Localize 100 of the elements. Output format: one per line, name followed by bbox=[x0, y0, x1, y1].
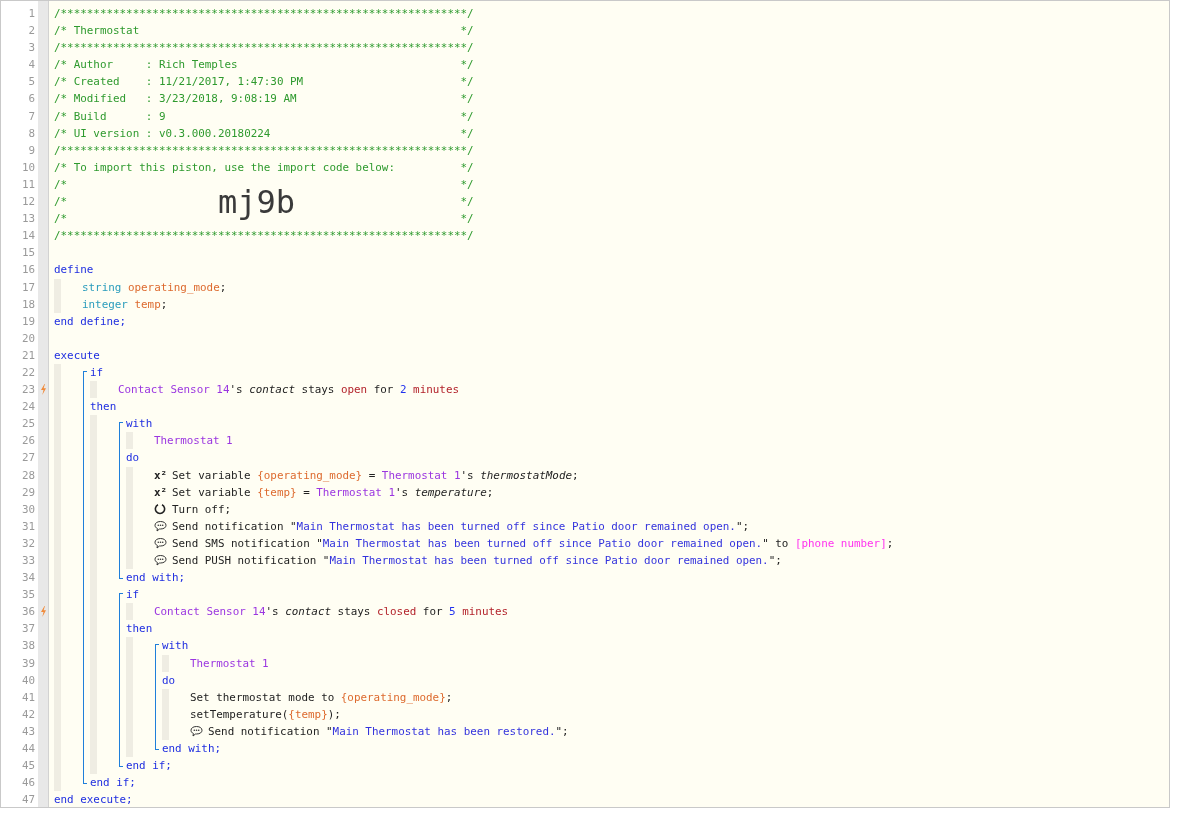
code-keyword: then bbox=[126, 622, 153, 636]
line-number: 10 bbox=[20, 159, 35, 176]
line-number: 38 bbox=[20, 638, 35, 655]
code-text: ; bbox=[486, 485, 494, 499]
code-text: ); bbox=[327, 707, 341, 721]
code-comment: /**************************************************************/ bbox=[54, 143, 474, 157]
code-keyword: end define; bbox=[54, 314, 127, 328]
code-text: = bbox=[302, 485, 311, 499]
variable-symbol: x² bbox=[154, 484, 169, 501]
line-number: 32 bbox=[20, 535, 35, 552]
line-number: 39 bbox=[20, 655, 35, 672]
device-name: Thermostat 1 bbox=[154, 434, 233, 448]
line-number: 8 bbox=[27, 125, 35, 142]
value-text: minutes bbox=[462, 605, 509, 619]
code-comment: /* Thermostat bbox=[54, 23, 140, 40]
line-number: 36 bbox=[20, 604, 35, 621]
code-comment: /**************************************************************/ bbox=[54, 229, 474, 243]
line-number: 29 bbox=[20, 484, 35, 501]
code-comment: /* To import this piston, use the import code below: bbox=[54, 159, 395, 176]
line-number: 20 bbox=[20, 330, 35, 347]
line-number: 15 bbox=[20, 245, 35, 262]
device-name: Contact Sensor 14 bbox=[154, 605, 266, 619]
code-text: 's bbox=[460, 468, 475, 482]
code-keyword: end if; bbox=[90, 776, 136, 790]
code-keyword: execute bbox=[54, 348, 100, 362]
line-number: 27 bbox=[20, 450, 35, 467]
code-text: ; bbox=[886, 536, 894, 550]
code-comment: /* Build : 9 bbox=[54, 108, 166, 125]
device-name: Thermostat 1 bbox=[381, 468, 461, 482]
variable-name: operating_mode bbox=[127, 280, 220, 294]
code-text: setTemperature( bbox=[190, 707, 289, 721]
line-number: 34 bbox=[20, 570, 35, 587]
comment-end: */ bbox=[460, 176, 474, 193]
line-number: 6 bbox=[27, 91, 35, 108]
line-number: 12 bbox=[20, 194, 35, 211]
comment-end: */ bbox=[460, 23, 474, 40]
device-name: Thermostat 1 bbox=[190, 656, 269, 670]
device-name: Contact Sensor 14 bbox=[118, 383, 230, 397]
device-name: Thermostat 1 bbox=[316, 485, 395, 499]
speech-bubble-icon bbox=[154, 519, 167, 532]
variable-symbol: x² bbox=[154, 467, 169, 484]
value-text: open bbox=[340, 383, 368, 397]
variable-name: temp bbox=[134, 297, 161, 311]
line-number: 46 bbox=[20, 775, 35, 792]
line-number: 26 bbox=[20, 433, 35, 450]
code-comment: /* Created : 11/21/2017, 1:47:30 PM bbox=[54, 74, 304, 91]
line-number: 9 bbox=[27, 142, 35, 159]
code-keyword: end with; bbox=[162, 742, 221, 756]
number-value: 2 bbox=[400, 383, 408, 397]
line-number: 40 bbox=[20, 672, 35, 689]
line-number: 42 bbox=[20, 706, 35, 723]
code-comment: /* bbox=[54, 211, 68, 228]
line-number: 23 bbox=[20, 382, 35, 399]
code-text: "; bbox=[555, 724, 569, 738]
line-number: 45 bbox=[20, 758, 35, 775]
attribute-name: contact bbox=[249, 383, 296, 397]
attribute-name: temperature bbox=[414, 485, 487, 499]
code-text: Send notification " bbox=[208, 724, 333, 738]
code-text: = bbox=[367, 468, 377, 482]
speech-bubble-icon bbox=[154, 554, 167, 566]
line-number: 24 bbox=[20, 399, 35, 416]
line-number: 33 bbox=[20, 553, 35, 569]
value-text: minutes bbox=[413, 383, 459, 397]
comment-end: */ bbox=[460, 108, 474, 125]
line-number: 11 bbox=[20, 176, 35, 193]
code-text: for bbox=[372, 383, 395, 397]
code-text: Send notification " bbox=[172, 519, 297, 533]
comment-end: */ bbox=[460, 57, 474, 74]
attribute-name: contact bbox=[285, 605, 332, 619]
line-number: 22 bbox=[20, 364, 35, 381]
code-keyword: end execute; bbox=[54, 793, 133, 807]
line-number: 30 bbox=[20, 501, 35, 518]
code-keyword: end with; bbox=[126, 571, 185, 585]
code-comment: /* Modified : 3/23/2018, 9:08:19 AM bbox=[54, 91, 297, 108]
code-keyword: end if; bbox=[126, 759, 172, 773]
code-text: stays bbox=[300, 383, 336, 397]
type-keyword: string bbox=[82, 280, 123, 294]
code-text: ; bbox=[219, 280, 227, 294]
code-text: Set thermostat mode to bbox=[190, 690, 336, 704]
code-comment: /* bbox=[54, 194, 68, 211]
code-text: " to bbox=[762, 536, 790, 550]
line-number: 13 bbox=[20, 211, 35, 228]
line-number: 16 bbox=[20, 262, 35, 279]
comment-end: */ bbox=[460, 211, 474, 228]
type-keyword: integer bbox=[82, 297, 129, 311]
comment-end: */ bbox=[460, 74, 474, 91]
line-number: 37 bbox=[20, 621, 35, 638]
code-text: 's bbox=[229, 383, 244, 397]
string-literal: Main Thermostat has been turned off since Patio door remained open. bbox=[296, 519, 736, 533]
code-text: for bbox=[421, 605, 444, 619]
code-text: "; bbox=[735, 519, 749, 533]
attribute-name: thermostatMode bbox=[480, 468, 572, 482]
code-keyword: with bbox=[162, 639, 189, 653]
code-text: "; bbox=[768, 554, 782, 567]
comment-end: */ bbox=[460, 125, 474, 142]
line-number: 2 bbox=[27, 23, 35, 40]
line-number: 5 bbox=[27, 74, 35, 91]
code-comment: /**************************************************************/ bbox=[54, 7, 474, 20]
line-number: 4 bbox=[27, 57, 35, 74]
line-number: 17 bbox=[20, 279, 35, 296]
